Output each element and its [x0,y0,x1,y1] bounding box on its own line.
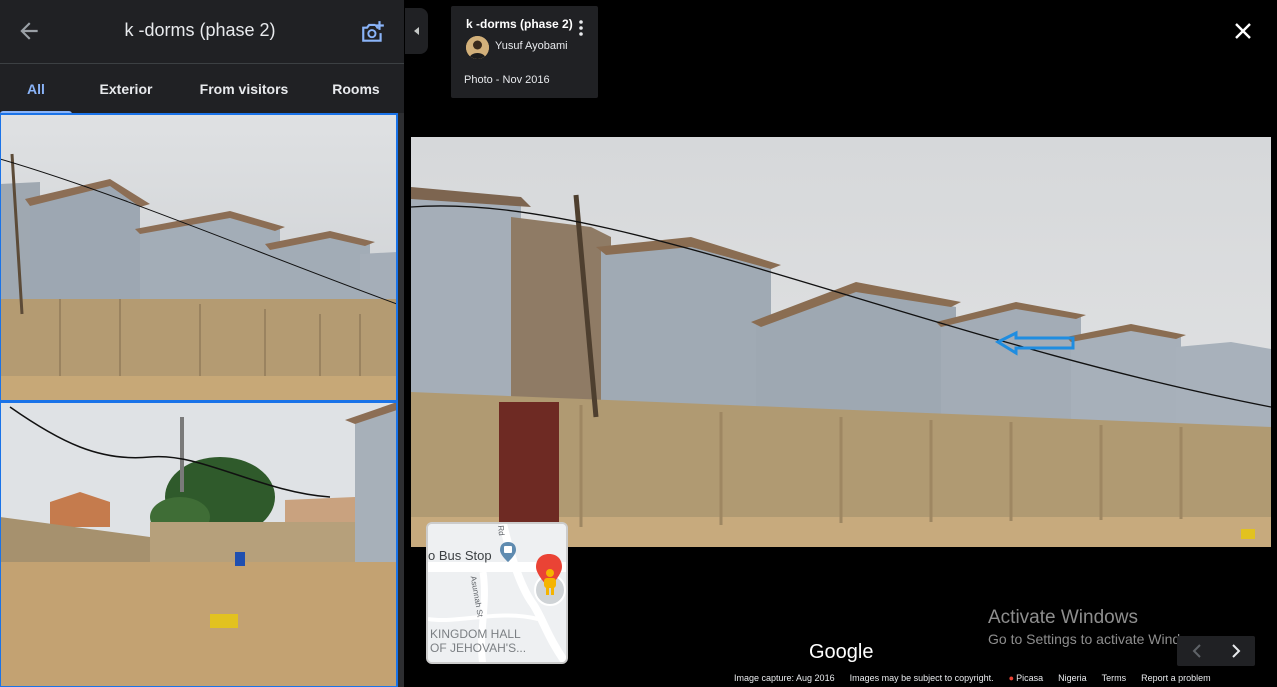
bus-stop-icon [500,542,516,562]
activate-windows-title: Activate Windows [988,607,1138,628]
picasa-icon: ● [1008,673,1015,683]
dormitory-main-photo [411,137,1271,547]
chevron-left-icon [1192,644,1201,658]
image-capture-date: Image capture: Aug 2016 [734,673,835,683]
close-button[interactable] [1231,19,1255,43]
back-button[interactable] [16,18,42,44]
footer-bar: Image capture: Aug 2016 Images may be su… [734,673,1226,687]
side-panel: k -dorms (phase 2) All Exterior From vis… [0,0,404,687]
chevron-right-icon [1231,644,1240,658]
back-arrow-icon [20,22,38,40]
author-name[interactable]: Yusuf Ayobami [495,40,568,52]
photo-date: Photo - Nov 2016 [464,74,550,86]
avatar-image [466,36,489,59]
terms-link[interactable]: Terms [1102,673,1127,687]
collapse-chevron-icon [413,27,419,35]
tab-exterior[interactable]: Exterior [72,64,180,114]
photo-navigation [1177,636,1255,666]
close-icon [1235,23,1251,39]
main-photo[interactable] [411,137,1271,547]
source-link[interactable]: ● Picasa [1009,673,1043,687]
tab-rooms[interactable]: Rooms [308,64,404,114]
pegman-icon [544,569,556,595]
copyright-notice: Images may be subject to copyright. [849,673,994,683]
country-link[interactable]: Nigeria [1058,673,1087,687]
next-photo-button[interactable] [1216,636,1255,666]
info-title: k -dorms (phase 2) [466,17,573,31]
photo-thumbnail-1[interactable] [0,113,398,402]
google-logo: Google [809,641,874,663]
panel-header: k -dorms (phase 2) [0,0,404,63]
more-vert-icon [579,20,583,36]
avatar[interactable] [466,36,489,59]
activate-windows-subtitle: Go to Settings to activate Windows. [988,631,1209,647]
tab-all[interactable]: All [0,64,72,114]
place-bus-stop-label: o Bus Stop [428,548,492,563]
tab-from-visitors[interactable]: From visitors [180,64,308,114]
photo-info-card: k -dorms (phase 2) Yusuf Ayobami Photo -… [451,6,598,98]
previous-photo-button[interactable] [1177,636,1216,666]
place-kingdom-hall-label-1: KINGDOM HALL [430,627,521,641]
dormitory-photo-thumbnail [0,114,397,401]
photo-thumbnail-2[interactable] [0,401,398,687]
collapse-panel-button[interactable] [405,8,428,54]
add-photo-button[interactable] [360,19,386,45]
minimap[interactable]: o Bus Stop Rd Asunnah St KINGDOM HALL OF… [426,522,568,664]
scrollbar[interactable] [398,113,404,687]
add-photo-icon [362,21,384,42]
source-label: Picasa [1016,673,1044,683]
place-kingdom-hall-label-2: OF JEHOVAH'S... [430,641,527,655]
photo-category-tabs: All Exterior From visitors Rooms [0,63,404,114]
yard-photo-thumbnail [0,402,397,687]
page-title: k -dorms (phase 2) [124,20,276,40]
report-problem-link[interactable]: Report a problem [1141,673,1211,687]
street-label-rd: Rd [496,525,507,536]
more-options-button[interactable] [575,18,587,38]
